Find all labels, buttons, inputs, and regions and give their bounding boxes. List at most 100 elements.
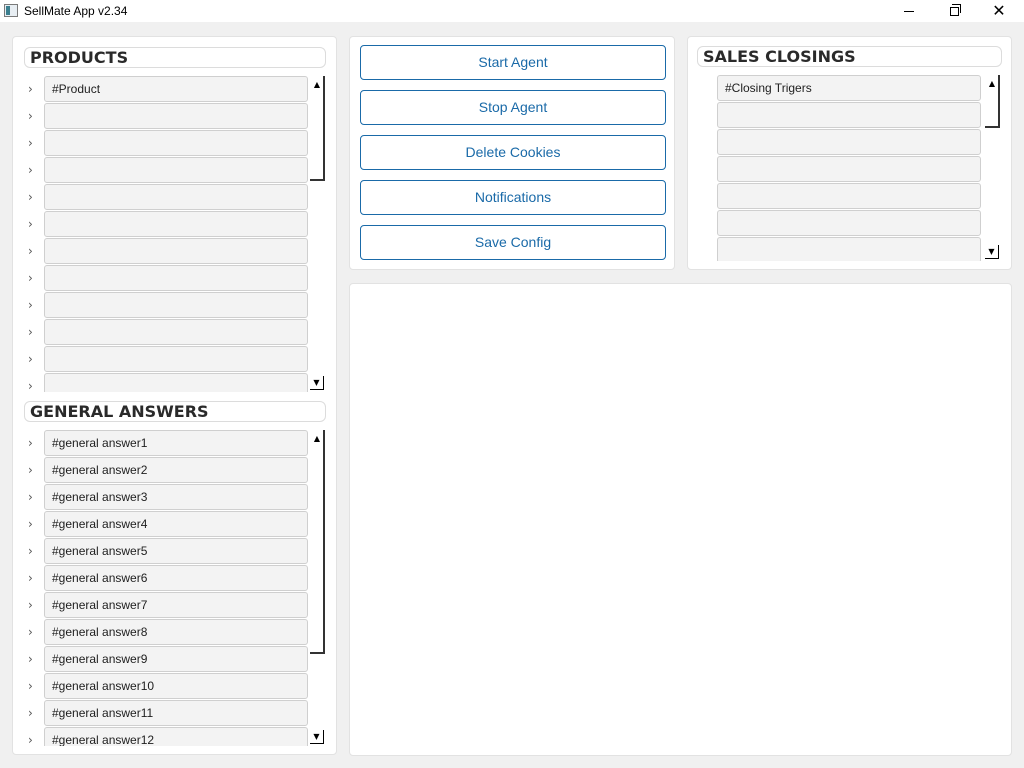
chevron-right-icon[interactable]: › bbox=[28, 324, 40, 340]
product-item-field[interactable] bbox=[44, 184, 308, 210]
window-title: SellMate App v2.34 bbox=[24, 4, 128, 18]
chevron-right-icon[interactable]: › bbox=[28, 624, 40, 640]
scroll-thumb[interactable] bbox=[310, 76, 325, 181]
closing-item-field[interactable]: #Closing Trigers bbox=[717, 75, 981, 101]
product-item: › bbox=[24, 211, 314, 238]
chevron-right-icon[interactable]: › bbox=[28, 570, 40, 586]
product-item-field[interactable] bbox=[44, 130, 308, 156]
general-answer-item-field[interactable]: #general answer1 bbox=[44, 430, 308, 456]
sales-closings-list: #Closing Trigers bbox=[697, 75, 985, 261]
product-item-field[interactable] bbox=[44, 292, 308, 318]
product-item: › bbox=[24, 346, 314, 373]
product-item-field[interactable] bbox=[44, 373, 308, 392]
product-item-field[interactable] bbox=[44, 211, 308, 237]
general-answer-item-field[interactable]: #general answer8 bbox=[44, 619, 308, 645]
chevron-right-icon[interactable]: › bbox=[28, 651, 40, 667]
general-answers-scrollbar[interactable]: ▲ ▼ bbox=[309, 430, 325, 746]
title-bar: SellMate App v2.34 ✕ bbox=[0, 0, 1024, 22]
minimize-icon bbox=[904, 10, 914, 12]
general-answer-item: › #general answer6 bbox=[24, 565, 314, 592]
closing-item-field[interactable] bbox=[717, 237, 981, 261]
closing-item-field[interactable] bbox=[717, 129, 981, 155]
general-answer-item-field[interactable]: #general answer7 bbox=[44, 592, 308, 618]
closing-item bbox=[697, 237, 985, 261]
delete-cookies-button[interactable]: Delete Cookies bbox=[360, 135, 666, 170]
product-item-field[interactable]: #Product bbox=[44, 76, 308, 102]
scroll-thumb[interactable] bbox=[985, 75, 1000, 128]
product-item: › bbox=[24, 319, 314, 346]
general-answer-item-field[interactable]: #general answer11 bbox=[44, 700, 308, 726]
minimize-button[interactable] bbox=[886, 0, 932, 22]
save-config-button[interactable]: Save Config bbox=[360, 225, 666, 260]
general-answer-item: › #general answer8 bbox=[24, 619, 314, 646]
product-item: › bbox=[24, 373, 314, 392]
product-item-field[interactable] bbox=[44, 238, 308, 264]
chevron-right-icon[interactable]: › bbox=[28, 297, 40, 313]
chevron-right-icon[interactable]: › bbox=[28, 351, 40, 367]
product-item-field[interactable] bbox=[44, 346, 308, 372]
app-icon bbox=[4, 4, 18, 17]
notifications-button[interactable]: Notifications bbox=[360, 180, 666, 215]
chevron-right-icon[interactable]: › bbox=[28, 462, 40, 478]
products-list: › #Product › › › › › › › › › › › bbox=[24, 76, 320, 392]
general-answers-header: GENERAL ANSWERS bbox=[24, 401, 326, 422]
scroll-down-icon[interactable]: ▼ bbox=[985, 245, 999, 259]
product-item-field[interactable] bbox=[44, 319, 308, 345]
chevron-right-icon[interactable]: › bbox=[28, 216, 40, 232]
general-answer-item-field[interactable]: #general answer12 bbox=[44, 727, 308, 746]
chevron-right-icon[interactable]: › bbox=[28, 162, 40, 178]
controls-panel: Start Agent Stop Agent Delete Cookies No… bbox=[349, 36, 675, 270]
general-answer-item: › #general answer2 bbox=[24, 457, 314, 484]
product-item: › bbox=[24, 265, 314, 292]
scroll-down-icon[interactable]: ▼ bbox=[310, 730, 324, 744]
general-answer-item-field[interactable]: #general answer9 bbox=[44, 646, 308, 672]
closing-item bbox=[697, 129, 985, 156]
general-answer-item: › #general answer12 bbox=[24, 727, 314, 746]
scroll-down-icon[interactable]: ▼ bbox=[310, 376, 324, 390]
closing-item: #Closing Trigers bbox=[697, 75, 985, 102]
general-answer-item-field[interactable]: #general answer4 bbox=[44, 511, 308, 537]
chevron-right-icon[interactable]: › bbox=[28, 108, 40, 124]
maximize-icon bbox=[949, 3, 961, 16]
chevron-right-icon[interactable]: › bbox=[28, 378, 40, 392]
chevron-right-icon[interactable]: › bbox=[28, 81, 40, 97]
products-scrollbar[interactable]: ▲ ▼ bbox=[309, 76, 325, 392]
product-item-field[interactable] bbox=[44, 103, 308, 129]
closing-item-field[interactable] bbox=[717, 156, 981, 182]
sales-closings-scrollbar[interactable]: ▲ ▼ bbox=[984, 75, 1000, 261]
left-panel: PRODUCTS › #Product › › › › › › › › › › › ▲ ▼ GENERA… bbox=[12, 36, 337, 755]
scroll-thumb[interactable] bbox=[310, 430, 325, 654]
chevron-right-icon[interactable]: › bbox=[28, 189, 40, 205]
general-answer-item: › #general answer1 bbox=[24, 430, 314, 457]
maximize-button[interactable] bbox=[931, 0, 977, 22]
general-answer-item-field[interactable]: #general answer2 bbox=[44, 457, 308, 483]
product-item-field[interactable] bbox=[44, 157, 308, 183]
stop-agent-button[interactable]: Stop Agent bbox=[360, 90, 666, 125]
chevron-right-icon[interactable]: › bbox=[28, 435, 40, 451]
close-button[interactable]: ✕ bbox=[976, 0, 1022, 22]
chevron-right-icon[interactable]: › bbox=[28, 489, 40, 505]
chevron-right-icon[interactable]: › bbox=[28, 270, 40, 286]
closing-item-field[interactable] bbox=[717, 210, 981, 236]
closing-item-field[interactable] bbox=[717, 102, 981, 128]
output-area[interactable] bbox=[349, 283, 1012, 756]
chevron-right-icon[interactable]: › bbox=[28, 705, 40, 721]
chevron-right-icon[interactable]: › bbox=[28, 516, 40, 532]
general-answer-item-field[interactable]: #general answer6 bbox=[44, 565, 308, 591]
closing-item-field[interactable] bbox=[717, 183, 981, 209]
product-item: › bbox=[24, 238, 314, 265]
chevron-right-icon[interactable]: › bbox=[28, 243, 40, 259]
product-item: › #Product bbox=[24, 76, 314, 103]
sales-closings-panel: SALES CLOSINGS #Closing Trigers ▲ ▼ bbox=[687, 36, 1012, 270]
chevron-right-icon[interactable]: › bbox=[28, 135, 40, 151]
product-item-field[interactable] bbox=[44, 265, 308, 291]
general-answer-item-field[interactable]: #general answer3 bbox=[44, 484, 308, 510]
chevron-right-icon[interactable]: › bbox=[28, 543, 40, 559]
sales-closings-header: SALES CLOSINGS bbox=[697, 46, 1002, 67]
chevron-right-icon[interactable]: › bbox=[28, 678, 40, 694]
chevron-right-icon[interactable]: › bbox=[28, 732, 40, 746]
start-agent-button[interactable]: Start Agent bbox=[360, 45, 666, 80]
general-answer-item-field[interactable]: #general answer5 bbox=[44, 538, 308, 564]
general-answer-item-field[interactable]: #general answer10 bbox=[44, 673, 308, 699]
chevron-right-icon[interactable]: › bbox=[28, 597, 40, 613]
